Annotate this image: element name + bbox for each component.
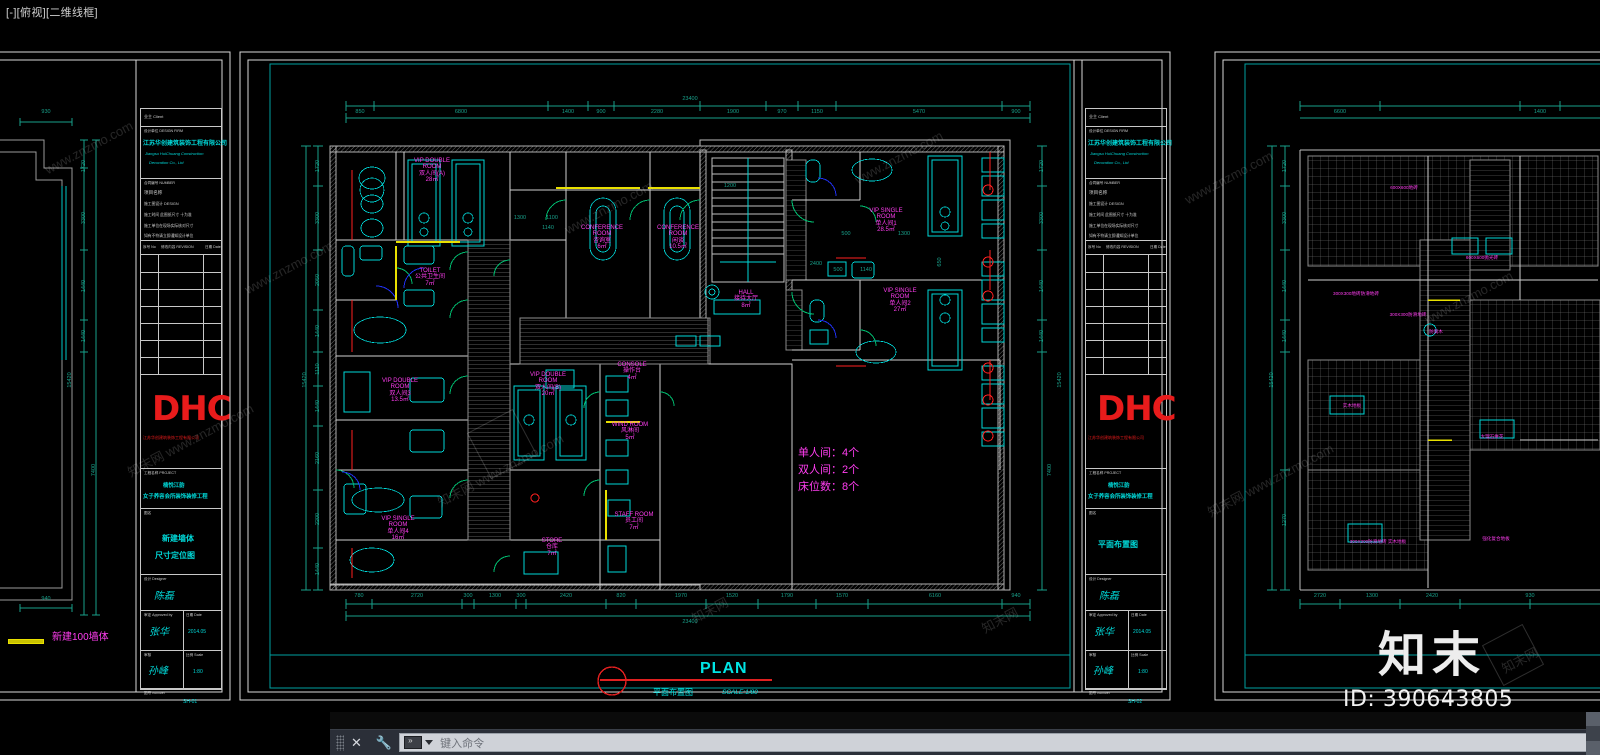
command-input[interactable]: 键入命令	[399, 733, 1594, 752]
command-input-placeholder: 键入命令	[440, 737, 485, 750]
watermark-tile: www.znzmo.com	[562, 177, 656, 238]
watermark-box	[1481, 623, 1545, 687]
watermark-tile: 知末网	[1499, 644, 1541, 677]
console-prompt-icon	[404, 736, 423, 749]
watermark-tile: www.znzmo.com	[852, 127, 946, 188]
watermark-box	[466, 408, 538, 480]
vertical-scrollbar[interactable]	[1586, 712, 1600, 755]
watermark-tile: www.znzmo.com	[42, 117, 136, 178]
watermark-tile: 知末网 www.znzmo.com	[125, 400, 256, 480]
watermark-tile: www.znzmo.com	[1422, 267, 1516, 328]
command-bar: ✕ 🔧 键入命令	[330, 712, 1600, 755]
watermark-tile: 知末网	[979, 604, 1021, 637]
command-history-pane[interactable]	[330, 712, 1600, 730]
watermark-tile: 知末网 www.znzmo.com	[435, 430, 566, 510]
watermark-tile: www.znzmo.com	[242, 237, 336, 298]
watermark-tile: 知末网	[689, 594, 731, 627]
scroll-down-icon[interactable]	[1586, 741, 1600, 755]
watermark-tile: www.znzmo.com	[1182, 147, 1276, 208]
cad-application-window: [-][俯视][二维线框] 23400 850 6800 1400 900 22…	[0, 0, 1600, 755]
watermark-tile: 知末网 www.znzmo.com	[1205, 440, 1336, 520]
wrench-icon[interactable]: 🔧	[376, 735, 392, 751]
close-icon[interactable]: ✕	[351, 735, 362, 751]
scroll-up-icon[interactable]	[1586, 712, 1600, 726]
chevron-down-icon[interactable]	[425, 740, 434, 745]
watermark-layer: www.znzmo.com www.znzmo.com www.znzmo.co…	[0, 0, 1600, 755]
command-bar-drag-handle[interactable]	[336, 734, 344, 751]
